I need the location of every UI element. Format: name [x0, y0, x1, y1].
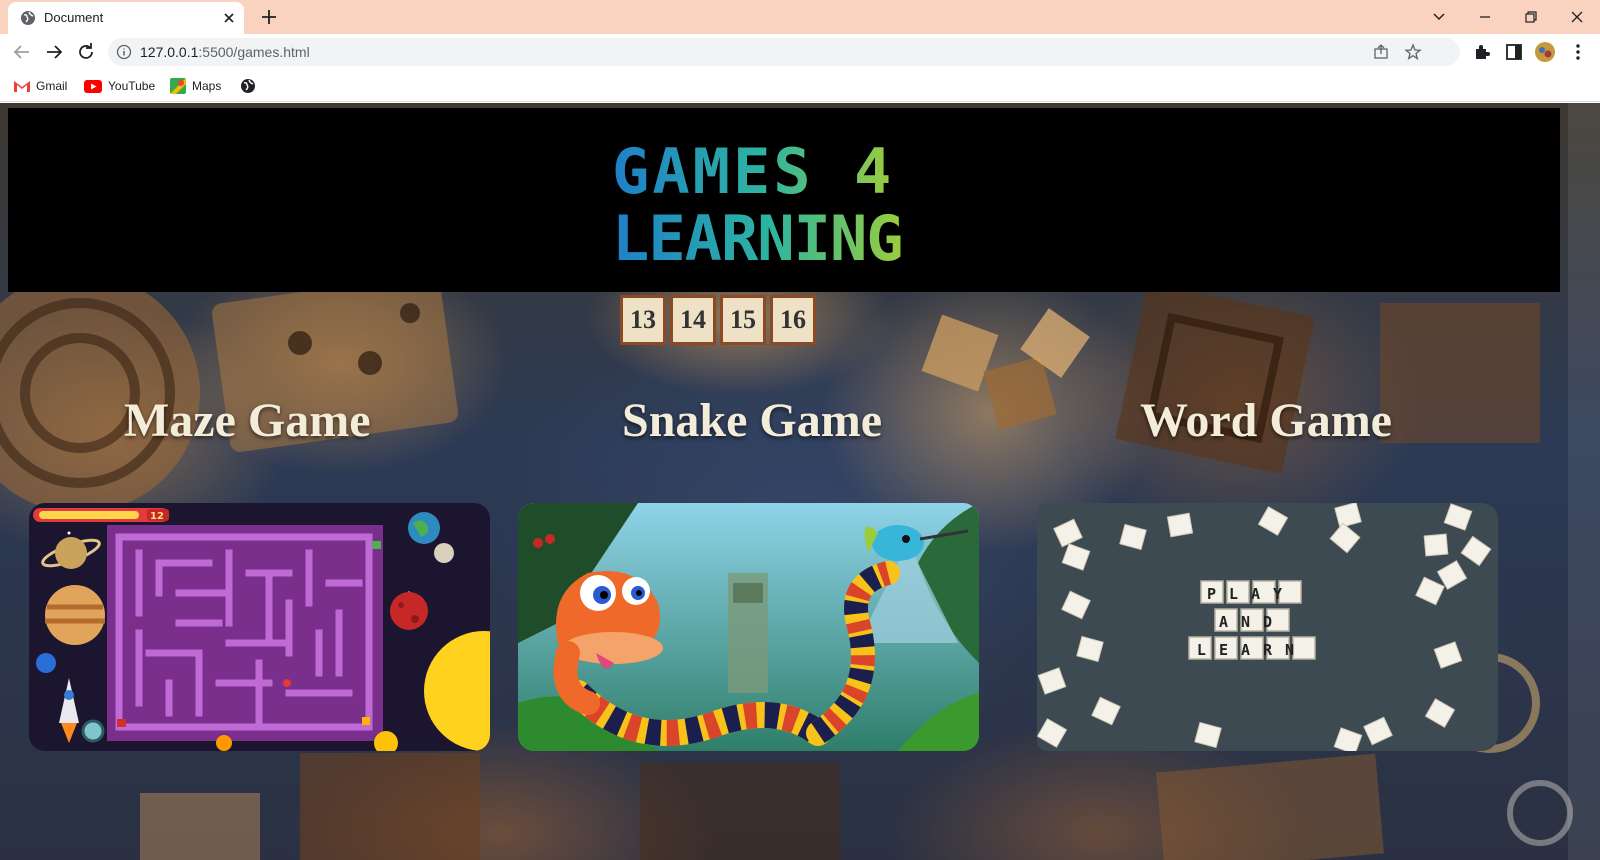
side-panel-icon[interactable]: [1504, 42, 1524, 62]
bookmark-maps[interactable]: Maps: [170, 76, 221, 96]
bookmark-gmail[interactable]: Gmail: [14, 76, 67, 96]
url-host: 127.0.0.1: [140, 44, 199, 60]
menu-kebab-icon[interactable]: [1568, 42, 1588, 62]
maps-icon: [170, 78, 186, 94]
bookmark-star-icon[interactable]: [1404, 43, 1422, 61]
number-tile: 14: [670, 295, 716, 345]
gmail-icon: [14, 81, 30, 92]
games-4-learning-logo: GAMES 4 LEARNING: [612, 138, 904, 268]
snake-game-title: Snake Game: [622, 394, 883, 447]
bookmarks-bar: Gmail YouTube Maps: [0, 70, 1600, 102]
close-tab-icon[interactable]: [220, 9, 238, 27]
bookmark-globe[interactable]: [240, 76, 256, 96]
youtube-icon: [84, 79, 102, 93]
logo-line-2: LEARNING: [612, 202, 903, 268]
browser-tabstrip: Document: [0, 0, 1600, 34]
logo-line-1: GAMES 4: [612, 138, 894, 208]
tab-search-chevron-icon[interactable]: [1426, 4, 1452, 30]
maze-hud-level: 12: [150, 511, 164, 522]
bookmark-label: YouTube: [108, 79, 156, 93]
number-tile: 16: [770, 295, 816, 345]
forward-icon[interactable]: [42, 40, 66, 64]
site-info-icon[interactable]: [116, 44, 132, 60]
number-tile: 15: [720, 295, 766, 345]
url-text[interactable]: 127.0.0.1:5500/games.html: [140, 44, 310, 60]
browser-tab[interactable]: Document: [8, 2, 244, 34]
bookmark-youtube[interactable]: YouTube: [84, 76, 155, 96]
back-icon[interactable]: [10, 40, 34, 64]
bookmark-label: Maps: [192, 79, 222, 93]
new-tab-icon[interactable]: [258, 6, 280, 28]
globe-icon: [21, 11, 35, 25]
number-tile: 13: [620, 295, 666, 345]
tile-word-and: AND: [1219, 613, 1285, 631]
minimize-icon[interactable]: [1472, 4, 1498, 30]
word-tiles-image-icon: PLAY AND LEARN: [1037, 503, 1498, 751]
restore-icon[interactable]: [1518, 4, 1544, 30]
page-viewport: 13 14 15 16 GAMES 4 LEARNING Maze Game S…: [0, 103, 1600, 860]
bookmark-label: Gmail: [36, 79, 68, 93]
maze-image-icon: 12: [29, 503, 490, 751]
globe-icon: [241, 79, 255, 93]
maze-game-card[interactable]: 12: [29, 503, 490, 751]
close-window-icon[interactable]: [1564, 4, 1590, 30]
page-scrollbar[interactable]: [1568, 103, 1600, 860]
browser-toolbar: 127.0.0.1:5500/games.html: [0, 34, 1600, 70]
share-icon[interactable]: [1372, 43, 1390, 61]
snake-game-card[interactable]: [518, 503, 979, 751]
header-banner: GAMES 4 LEARNING: [8, 108, 1560, 292]
number-tiles: 13 14 15 16: [620, 295, 816, 345]
tile-word-learn: LEARN: [1197, 641, 1307, 659]
word-game-title: Word Game: [1140, 394, 1392, 447]
snake-image-icon: [518, 503, 979, 751]
profile-avatar-icon[interactable]: [1534, 41, 1556, 63]
tile-word-play: PLAY: [1207, 585, 1295, 603]
maze-game-title: Maze Game: [124, 394, 371, 447]
url-path: :5500/games.html: [198, 44, 310, 60]
tab-title: Document: [44, 10, 104, 25]
extensions-icon[interactable]: [1472, 42, 1492, 62]
address-bar[interactable]: 127.0.0.1:5500/games.html: [108, 38, 1460, 66]
reload-icon[interactable]: [74, 40, 98, 64]
word-game-card[interactable]: PLAY AND LEARN: [1037, 503, 1498, 751]
